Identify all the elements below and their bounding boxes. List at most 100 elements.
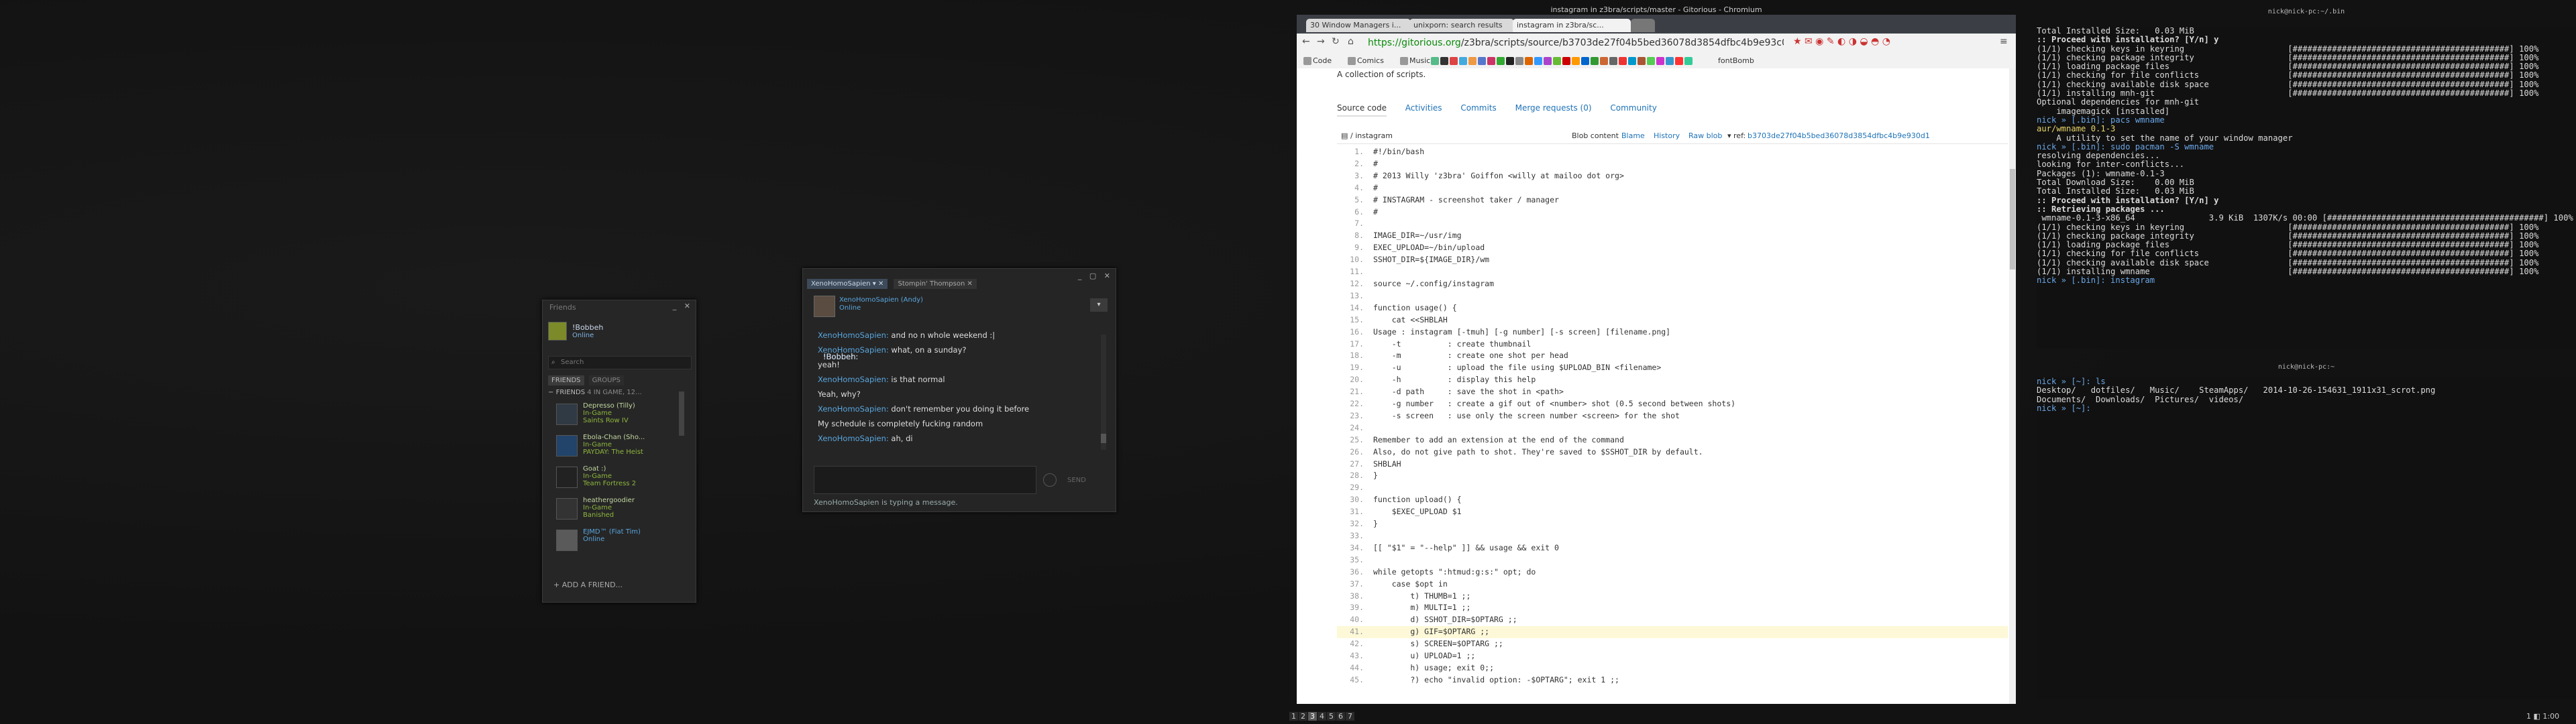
browser-tab[interactable]: 30 Window Managers i... <box>1306 19 1411 32</box>
line-number[interactable]: 12. <box>1337 278 1373 290</box>
line-number[interactable]: 11. <box>1337 266 1373 278</box>
raw-blob-link[interactable]: Raw blob <box>1688 131 1722 140</box>
workspace-button[interactable]: 1 <box>1289 712 1298 721</box>
list-item[interactable]: Ebola-Chan (Sho... In-Game PAYDAY: The H… <box>556 434 684 461</box>
workspace-button[interactable]: 7 <box>1346 712 1354 721</box>
blame-link[interactable]: Blame <box>1621 131 1645 140</box>
line-number[interactable]: 26. <box>1337 446 1373 459</box>
line-number[interactable]: 45. <box>1337 674 1373 686</box>
bookmark-folder[interactable]: Code <box>1303 56 1332 65</box>
chat-tab[interactable]: Stompin' Thompson ✕ <box>894 279 977 289</box>
line-number[interactable]: 39. <box>1337 602 1373 614</box>
line-number[interactable]: 14. <box>1337 302 1373 314</box>
line-number[interactable]: 7. <box>1337 218 1373 230</box>
terminal-home[interactable]: nick » [~]: ls Desktop/ dotfiles/ Music/ … <box>2037 377 2576 699</box>
line-number[interactable]: 30. <box>1337 494 1373 506</box>
line-number[interactable]: 23. <box>1337 410 1373 422</box>
line-number[interactable]: 17. <box>1337 339 1373 351</box>
workspace-button[interactable]: 6 <box>1336 712 1345 721</box>
tab-source-code[interactable]: Source code <box>1337 103 1387 117</box>
add-friend-button[interactable]: + ADD A FRIEND... <box>553 581 623 589</box>
tab-groups[interactable]: GROUPS <box>588 375 624 385</box>
line-number[interactable]: 22. <box>1337 398 1373 410</box>
chat-options-dropdown[interactable]: ▾ <box>1090 298 1108 312</box>
browser-scrollbar[interactable] <box>2009 68 2016 704</box>
line-number[interactable]: 43. <box>1337 650 1373 662</box>
list-item[interactable]: EJMD™ (Fiat Tim) Online <box>556 528 684 555</box>
line-number[interactable]: 19. <box>1337 362 1373 374</box>
send-button[interactable]: SEND <box>1067 477 1086 484</box>
workspace-button[interactable]: 5 <box>1327 712 1336 721</box>
chat-input[interactable] <box>814 466 1036 494</box>
menu-icon[interactable]: ≡ <box>2000 36 2008 47</box>
line-number[interactable]: 40. <box>1337 614 1373 626</box>
line-number[interactable]: 25. <box>1337 434 1373 446</box>
back-icon[interactable]: ← <box>1302 36 1310 47</box>
line-number[interactable]: 6. <box>1337 206 1373 219</box>
line-number[interactable]: 16. <box>1337 326 1373 339</box>
list-item[interactable]: Depresso (Tilly) In-Game Saints Row IV <box>556 402 684 429</box>
line-number[interactable]: 15. <box>1337 314 1373 326</box>
bookmark-icons[interactable] <box>1431 56 1694 65</box>
bookmark-folder[interactable]: Comics <box>1348 56 1384 65</box>
bookmark-folder[interactable]: Music <box>1400 56 1430 65</box>
forward-icon[interactable]: → <box>1317 36 1325 47</box>
tab-merge-requests[interactable]: Merge requests (0) <box>1515 103 1592 113</box>
my-profile[interactable]: !Bobbeh Online <box>548 322 690 342</box>
browser-tab[interactable]: instagram in z3bra/sc... <box>1513 19 1631 32</box>
line-number[interactable]: 5. <box>1337 194 1373 206</box>
chat-tab[interactable]: XenoHomoSapien ▾ ✕ <box>807 279 888 289</box>
search-input[interactable]: ⌕ Search <box>548 356 692 369</box>
line-number[interactable]: 9. <box>1337 242 1373 254</box>
line-number[interactable]: 27. <box>1337 459 1373 471</box>
list-item[interactable]: Goat :) In-Game Team Fortress 2 <box>556 465 684 492</box>
bookmark-item[interactable]: fontBomb <box>1718 56 1754 65</box>
window-controls[interactable]: _ ▢ ✕ <box>1078 272 1113 280</box>
new-tab-button[interactable] <box>1631 19 1655 32</box>
line-number[interactable]: 24. <box>1337 422 1373 434</box>
ref-hash[interactable]: b3703de27f04b5bed36078d3854dfbc4b9e930d1 <box>1748 131 1930 140</box>
line-number[interactable]: 32. <box>1337 518 1373 530</box>
line-number[interactable]: 36. <box>1337 566 1373 579</box>
line-number[interactable]: 21. <box>1337 386 1373 398</box>
home-icon[interactable]: ⌂ <box>1348 36 1354 47</box>
tab-friends[interactable]: FRIENDS <box>548 375 584 385</box>
line-number[interactable]: 13. <box>1337 290 1373 302</box>
line-number[interactable]: 1. <box>1337 146 1373 158</box>
line-number[interactable]: 29. <box>1337 482 1373 494</box>
line-number[interactable]: 31. <box>1337 506 1373 518</box>
workspace-button[interactable]: 3 <box>1308 712 1317 721</box>
browser-tab[interactable]: unixporn: search results <box>1409 19 1514 32</box>
tab-activities[interactable]: Activities <box>1405 103 1442 113</box>
line-number[interactable]: 10. <box>1337 254 1373 266</box>
reload-icon[interactable]: ↻ <box>1332 36 1340 47</box>
terminal-pacman[interactable]: Total Installed Size: 0.03 MiB:: Proceed… <box>2037 27 2576 349</box>
list-item[interactable]: heathergoodier In-Game Banished <box>556 497 684 524</box>
line-number[interactable]: 3. <box>1337 170 1373 182</box>
workspace-button[interactable]: 2 <box>1299 712 1307 721</box>
window-controls[interactable]: _ ✕ <box>673 302 693 310</box>
line-number[interactable]: 35. <box>1337 554 1373 566</box>
history-link[interactable]: History <box>1654 131 1680 140</box>
extension-icons[interactable]: ★ ✉ ◉ ✎ ◐ ◑ ◒ ◓ ◔ <box>1793 36 1890 47</box>
tab-community[interactable]: Community <box>1610 103 1656 113</box>
line-number[interactable]: 42. <box>1337 638 1373 650</box>
line-number[interactable]: 8. <box>1337 230 1373 242</box>
line-number[interactable]: 4. <box>1337 182 1373 194</box>
line-number[interactable]: 20. <box>1337 374 1373 386</box>
line-number[interactable]: 18. <box>1337 350 1373 362</box>
line-number[interactable]: 2. <box>1337 158 1373 170</box>
friends-scrollbar[interactable] <box>679 391 684 436</box>
line-number[interactable]: 34. <box>1337 542 1373 554</box>
emoticon-icon[interactable] <box>1043 473 1057 487</box>
line-number[interactable]: 33. <box>1337 530 1373 542</box>
line-number[interactable]: 41. <box>1337 626 1373 638</box>
address-bar[interactable]: https://gitorious.org/z3bra/scripts/sour… <box>1368 36 1784 50</box>
friends-section-header[interactable]: − FRIENDS 4 IN GAME, 12... <box>548 389 686 396</box>
workspace-button[interactable]: 4 <box>1318 712 1326 721</box>
line-number[interactable]: 38. <box>1337 591 1373 603</box>
chat-scrollbar[interactable] <box>1101 335 1106 450</box>
tab-commits[interactable]: Commits <box>1460 103 1496 113</box>
line-number[interactable]: 37. <box>1337 579 1373 591</box>
line-number[interactable]: 44. <box>1337 662 1373 674</box>
